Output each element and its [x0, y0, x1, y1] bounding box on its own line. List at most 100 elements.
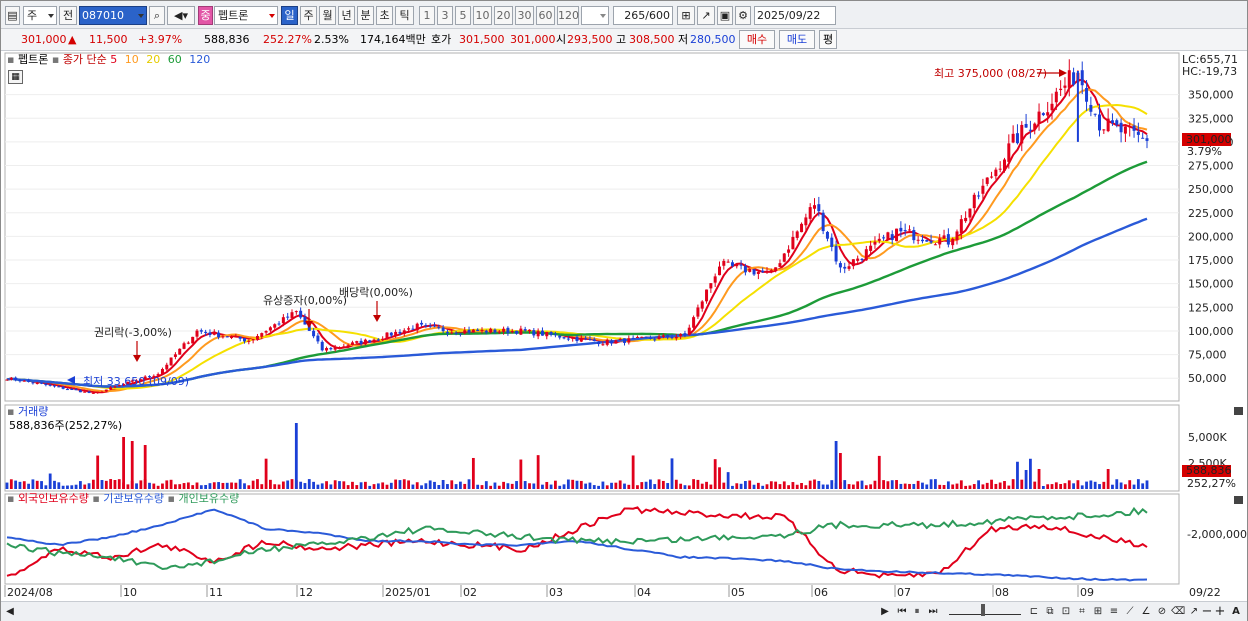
volume-bar	[912, 483, 916, 489]
volume-bar	[208, 483, 212, 489]
draw-line-icon[interactable]: ⟋	[1123, 605, 1137, 619]
zoom-slider[interactable]	[949, 604, 1021, 616]
volume-bar	[1054, 482, 1058, 489]
pause-icon[interactable]: ⏸	[911, 605, 923, 619]
overlay-icon[interactable]: ⧉	[1043, 605, 1057, 619]
candle-body	[584, 338, 588, 340]
sell-button[interactable]: 매도	[779, 30, 815, 49]
period-month-button[interactable]: 월	[319, 6, 336, 25]
stock-name-field[interactable]: 펩트론	[214, 6, 278, 25]
speaker-icon[interactable]: ◀▾	[167, 6, 195, 25]
volume-bar	[182, 483, 186, 489]
volume-bar	[364, 481, 367, 489]
candle-body	[199, 330, 203, 332]
search-icon[interactable]: ⌕	[149, 6, 165, 25]
interval-10-button[interactable]: 10	[473, 6, 492, 25]
zoom-in-icon[interactable]: +	[1214, 605, 1226, 619]
buy-button[interactable]: 매수	[739, 30, 775, 49]
interval-60-button[interactable]: 60	[536, 6, 555, 25]
legend-square-icon-2: ▪	[51, 53, 60, 66]
chart-tools-icon[interactable]: ⊞	[677, 6, 695, 25]
evaluate-button[interactable]: 평	[819, 30, 837, 49]
page-back-icon[interactable]: ⏮	[895, 605, 909, 619]
interval-20-button[interactable]: 20	[494, 6, 513, 25]
candle-body	[22, 380, 26, 382]
date-field[interactable]: 2025/09/22	[754, 6, 836, 25]
settings-gear-icon[interactable]: ⚙	[735, 6, 751, 25]
stock-code-input[interactable]: 087010	[79, 6, 147, 25]
interval-5-button[interactable]: 5	[455, 6, 471, 25]
select-icon[interactable]: ⊘	[1155, 605, 1169, 619]
volume-bar	[994, 483, 998, 489]
chart-area[interactable]: 350,000325,000300,000275,000250,000225,0…	[1, 51, 1247, 601]
zoom-out-icon[interactable]: −	[1201, 605, 1213, 619]
volume-bar	[1059, 483, 1063, 489]
mode-select[interactable]: 주	[23, 6, 57, 25]
volume-bar	[1115, 479, 1119, 489]
candle-body	[1102, 129, 1106, 131]
period-day-button[interactable]: 일	[281, 6, 298, 25]
count-field[interactable]: 265/600	[613, 6, 673, 25]
candle-body	[1085, 87, 1089, 102]
fit-icon[interactable]: ⊞	[1091, 605, 1105, 619]
period-second-button[interactable]: 초	[376, 6, 393, 25]
period-week-button[interactable]: 주	[300, 6, 317, 25]
draw-arrow-icon[interactable]: ↗	[1187, 605, 1201, 619]
volume-bar	[70, 485, 74, 489]
candle-body	[489, 328, 493, 333]
candle-body	[558, 335, 562, 338]
save-icon[interactable]: ▣	[717, 6, 733, 25]
volume-bar	[545, 481, 549, 489]
chart-canvas[interactable]: 350,000325,000300,000275,000250,000225,0…	[1, 51, 1247, 601]
candle-body	[1020, 124, 1024, 144]
grid-icon[interactable]: ⌗	[1075, 605, 1089, 619]
period-year-button[interactable]: 년	[338, 6, 355, 25]
page-forward-icon[interactable]: ⏭	[926, 605, 940, 619]
period-minute-button[interactable]: 분	[357, 6, 374, 25]
auto-scale-icon[interactable]: A	[1229, 605, 1243, 619]
candle-body	[856, 258, 860, 261]
trendline-icon[interactable]: ↗	[697, 6, 715, 25]
candle-body	[540, 330, 544, 336]
fib-icon[interactable]: ≡	[1107, 605, 1121, 619]
prev-button[interactable]: 전	[59, 6, 77, 25]
holdings-panel-close-button[interactable]	[1234, 496, 1243, 504]
calculator-icon[interactable]: ▦	[8, 70, 23, 84]
scroll-left-icon[interactable]: ◀	[5, 605, 15, 619]
interval-custom-select[interactable]	[581, 6, 609, 25]
interval-1-button[interactable]: 1	[419, 6, 435, 25]
price-y-tick: 125,000	[1188, 301, 1234, 314]
interval-3-button[interactable]: 3	[437, 6, 453, 25]
interval-30-button[interactable]: 30	[515, 6, 534, 25]
interval-120-button[interactable]: 120	[557, 6, 579, 25]
candle-body	[325, 348, 329, 351]
candle-body	[467, 329, 471, 333]
volume-bar	[459, 481, 462, 489]
volume-bar	[808, 480, 812, 489]
volume-bar	[562, 484, 566, 489]
volume-panel-close-button[interactable]	[1234, 407, 1243, 415]
period-tick-button[interactable]: 틱	[395, 6, 414, 25]
split-icon[interactable]: ⊡	[1059, 605, 1073, 619]
volume-bar	[895, 480, 898, 489]
volume-bar	[623, 483, 626, 489]
x-axis-label: 05	[731, 586, 745, 599]
count-value: 265	[624, 9, 646, 22]
layout-icon[interactable]: ⊏	[1027, 605, 1041, 619]
volume-bar	[774, 481, 778, 489]
volume-bar	[791, 482, 795, 489]
volume-bar	[437, 485, 441, 489]
candle-body	[899, 227, 903, 232]
legend-square-icon-4: ▪	[7, 492, 15, 505]
eraser-icon[interactable]: ⌫	[1171, 605, 1185, 619]
candle-body	[5, 379, 9, 381]
volume-bar	[247, 485, 251, 489]
volume-bar	[575, 480, 579, 489]
scroll-right-icon[interactable]: ▶	[879, 605, 891, 619]
draw-angle-icon[interactable]: ∠	[1139, 605, 1153, 619]
window-menu-icon[interactable]: ▤	[5, 6, 20, 25]
zoom-slider-thumb[interactable]	[981, 604, 985, 616]
candle-body	[1141, 137, 1145, 139]
candle-body	[40, 382, 44, 384]
volume-bar	[428, 480, 432, 489]
